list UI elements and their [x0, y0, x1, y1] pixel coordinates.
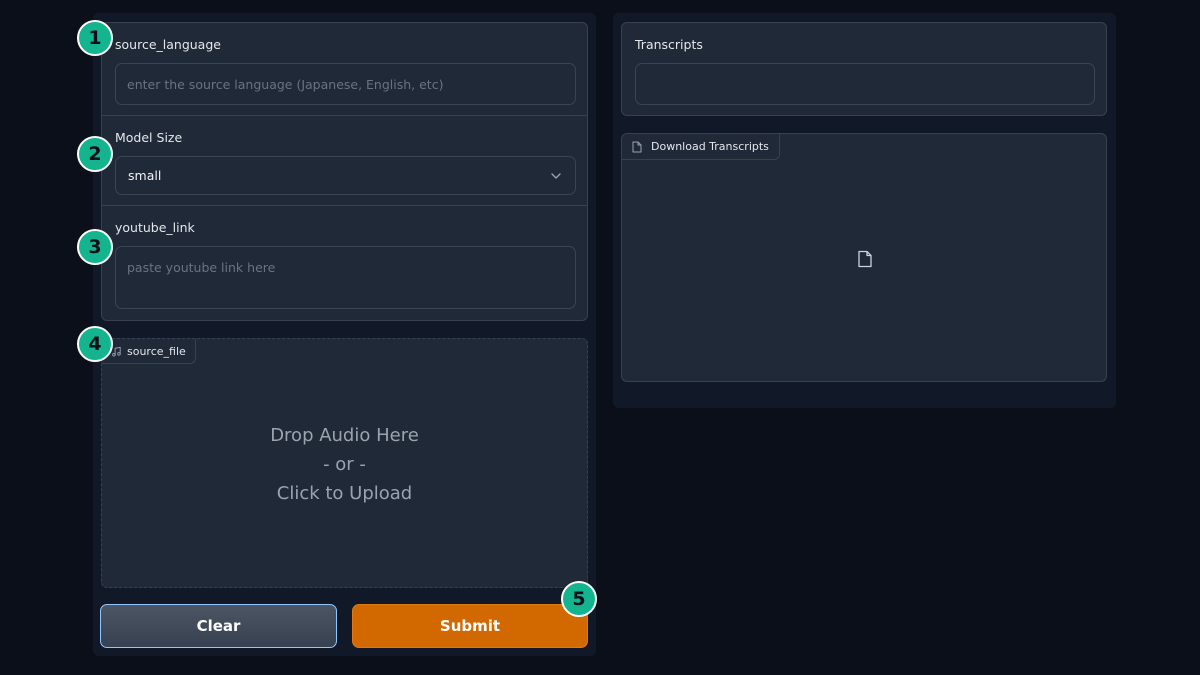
download-transcripts-tab-label: Download Transcripts	[651, 140, 769, 153]
youtube-link-input[interactable]	[115, 246, 576, 309]
file-icon	[858, 250, 872, 268]
audio-upload-dropzone[interactable]: source_file Drop Audio Here - or - Click…	[101, 338, 588, 588]
step-marker-1: 1	[77, 20, 113, 56]
model-size-select[interactable]: small	[115, 156, 576, 195]
source-file-tab: source_file	[102, 339, 196, 364]
transcripts-output[interactable]	[635, 63, 1095, 105]
source-language-row: source_language	[102, 23, 587, 116]
drop-line-3: Click to Upload	[276, 483, 413, 504]
transcripts-label: Transcripts	[635, 37, 703, 52]
model-size-value: small	[128, 168, 162, 183]
submit-button[interactable]: Submit	[352, 604, 588, 648]
transcripts-block: Transcripts	[621, 22, 1107, 116]
chevron-down-icon	[551, 173, 561, 179]
drop-instructions: Drop Audio Here - or - Click to Upload	[102, 421, 587, 508]
youtube-link-row: youtube_link	[102, 206, 587, 320]
input-form-group: source_language Model Size small youtube…	[101, 22, 588, 321]
clear-button[interactable]: Clear	[100, 604, 337, 648]
step-marker-2: 2	[77, 136, 113, 172]
step-marker-3: 3	[77, 229, 113, 265]
drop-line-2: - or -	[323, 454, 366, 475]
source-language-input[interactable]	[115, 63, 576, 105]
download-transcripts-block: Download Transcripts	[621, 133, 1107, 382]
source-language-label: source_language	[115, 37, 221, 52]
youtube-link-label: youtube_link	[115, 220, 195, 235]
file-icon	[632, 141, 642, 152]
step-marker-5: 5	[561, 581, 597, 617]
source-file-tab-label: source_file	[127, 344, 186, 358]
step-marker-4: 4	[77, 326, 113, 362]
download-transcripts-tab: Download Transcripts	[622, 134, 780, 160]
drop-line-1: Drop Audio Here	[270, 425, 419, 446]
model-size-label: Model Size	[115, 130, 183, 145]
model-size-row: Model Size small	[102, 116, 587, 206]
